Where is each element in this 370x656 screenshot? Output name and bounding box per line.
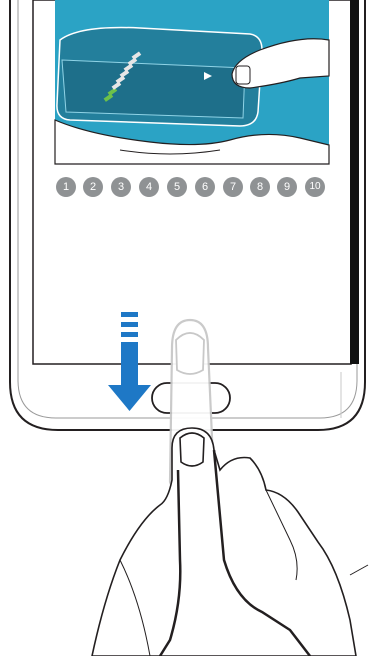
step-8: 8 [250,177,270,197]
step-1: 1 [56,177,76,197]
fingerprint-setup-illustration [9,0,369,656]
step-5: 5 [167,177,187,197]
step-4: 4 [139,177,159,197]
screen-edge-dark [350,0,359,364]
step-3: 3 [111,177,131,197]
step-9: 9 [277,177,297,197]
finger-swipe-icon [91,427,369,656]
step-2: 2 [83,177,103,197]
step-6: 6 [195,177,215,197]
step-7: 7 [223,177,243,197]
fingerprint-illustration-panel [54,0,330,165]
step-10: 10 [305,177,325,197]
